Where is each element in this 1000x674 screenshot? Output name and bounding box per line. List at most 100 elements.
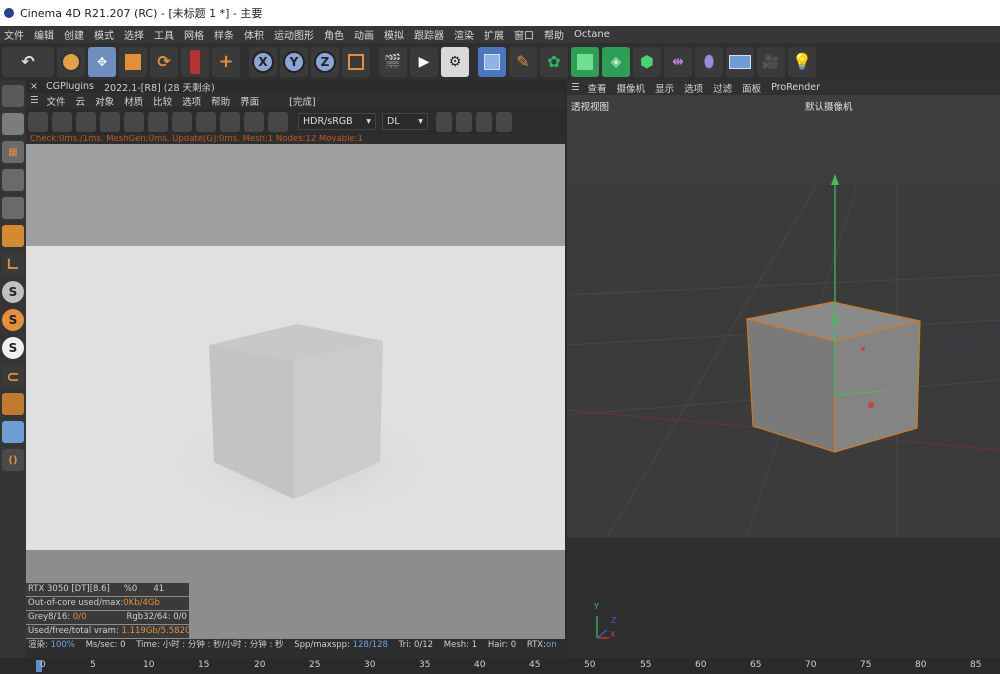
view-name: 透视视图: [571, 102, 610, 113]
move-icon[interactable]: ✥: [88, 46, 116, 77]
clay-icon[interactable]: [476, 111, 492, 132]
lock-icon[interactable]: [148, 111, 168, 132]
menu-tools[interactable]: 工具: [150, 27, 180, 42]
menu-spline[interactable]: 样条: [210, 27, 240, 42]
snap-settings-icon[interactable]: S: [2, 309, 24, 331]
viewport-menu-prorender[interactable]: ProRender: [771, 82, 820, 93]
camera-icon[interactable]: 🎥: [757, 46, 785, 77]
render-settings-icon[interactable]: ⚙: [441, 46, 469, 77]
viewport-menu-display[interactable]: 显示: [655, 81, 674, 95]
stop-icon[interactable]: [100, 111, 120, 132]
pen-icon[interactable]: ✎: [509, 46, 537, 77]
cube-icon[interactable]: [478, 46, 506, 77]
timeline-ruler[interactable]: 0 5 10 15 20 25 30 35 40 45 50 55 60 65 …: [0, 658, 1000, 674]
film-region-icon[interactable]: [220, 111, 240, 132]
channel-icon[interactable]: [456, 111, 472, 132]
cloner-icon[interactable]: ⬢: [633, 46, 661, 77]
render-menu-options[interactable]: 选项: [182, 94, 201, 108]
settings-icon[interactable]: [124, 111, 144, 132]
viewport-menu-options[interactable]: 选项: [684, 81, 703, 95]
menu-octane[interactable]: Octane: [570, 29, 616, 40]
floor-icon[interactable]: [726, 46, 754, 77]
array-icon[interactable]: ◈: [602, 46, 630, 77]
point-mode-icon[interactable]: [2, 169, 24, 191]
menu-render[interactable]: 渲染: [450, 27, 480, 42]
menu-simulate[interactable]: 模拟: [380, 27, 410, 42]
lock-workplane-icon[interactable]: (): [2, 449, 24, 471]
symmetry-icon[interactable]: ⇹: [664, 46, 692, 77]
polygon-mode-icon[interactable]: [2, 225, 24, 247]
close-icon[interactable]: ×: [30, 81, 38, 92]
render-view-icon[interactable]: ▶: [410, 46, 438, 77]
texture-mode-icon[interactable]: ▦: [2, 141, 24, 163]
make-editable-icon[interactable]: [2, 85, 24, 107]
live-selection-icon[interactable]: [181, 46, 209, 77]
menu-character[interactable]: 角色: [320, 27, 350, 42]
select-icon[interactable]: [57, 46, 85, 77]
bug-icon[interactable]: ✿: [540, 46, 568, 77]
light-icon[interactable]: 💡: [788, 46, 816, 77]
magnet-icon[interactable]: ⊂: [2, 365, 24, 387]
menu-create[interactable]: 创建: [60, 27, 90, 42]
undo-icon[interactable]: ↶: [2, 46, 54, 77]
menu-file[interactable]: 文件: [0, 27, 30, 42]
menu-help[interactable]: 帮助: [540, 27, 570, 42]
z-axis-icon[interactable]: Z: [311, 46, 339, 77]
hamburger-icon[interactable]: ☰: [571, 82, 580, 93]
menu-animate[interactable]: 动画: [350, 27, 380, 42]
restart-icon[interactable]: [52, 111, 72, 132]
viewport-menu-panel[interactable]: 面板: [742, 81, 761, 95]
kernel-select[interactable]: DL ▾: [382, 113, 428, 130]
menu-volume[interactable]: 体积: [240, 27, 270, 42]
hdr-select[interactable]: HDR/sRGB ▾: [298, 113, 376, 130]
viewport-menu-cameras[interactable]: 摄像机: [617, 81, 646, 95]
add-icon[interactable]: +: [212, 46, 240, 77]
render-menu-objects[interactable]: 对象: [95, 94, 114, 108]
menu-mograph[interactable]: 运动图形: [270, 27, 320, 42]
subdivision-icon[interactable]: [571, 46, 599, 77]
snap-icon[interactable]: S: [2, 281, 24, 303]
menu-select[interactable]: 选择: [120, 27, 150, 42]
pause-icon[interactable]: [76, 111, 96, 132]
render-menu-help[interactable]: 帮助: [211, 94, 230, 108]
menu-extensions[interactable]: 扩展: [480, 27, 510, 42]
render-menu-file[interactable]: 文件: [47, 94, 66, 108]
material-ball-icon[interactable]: [172, 111, 192, 132]
viewport-menu-view[interactable]: 查看: [588, 81, 607, 95]
menu-window[interactable]: 窗口: [510, 27, 540, 42]
snap-enable-icon[interactable]: S: [2, 337, 24, 359]
render-region-icon[interactable]: 🎬: [379, 46, 407, 77]
grid-icon[interactable]: [2, 421, 24, 443]
menu-mode[interactable]: 模式: [90, 27, 120, 42]
deformer-icon[interactable]: ⬮: [695, 46, 723, 77]
render-menu-cloud[interactable]: 云: [76, 94, 86, 108]
gizmo-z-label: Z: [611, 616, 617, 625]
render-stats-overlay: RTX 3050 [DT][8.6] %0 41 Out-of-core used/…: [26, 583, 189, 639]
render-menu-compare[interactable]: 比较: [153, 94, 172, 108]
region-icon[interactable]: [196, 111, 216, 132]
save-image-icon[interactable]: [436, 111, 452, 132]
model-mode-icon[interactable]: [2, 113, 24, 135]
rotate-icon[interactable]: ⟳: [150, 46, 178, 77]
hamburger-icon[interactable]: ☰: [30, 95, 39, 106]
render-toolbar: HDR/sRGB ▾ DL ▾: [26, 108, 565, 135]
render-menu-materials[interactable]: 材质: [124, 94, 143, 108]
pick-focus-icon[interactable]: [244, 111, 264, 132]
x-axis-icon[interactable]: X: [249, 46, 277, 77]
scale-icon[interactable]: [119, 46, 147, 77]
pick-material-icon[interactable]: [268, 111, 288, 132]
y-axis-icon[interactable]: Y: [280, 46, 308, 77]
send-scene-icon[interactable]: [28, 111, 48, 132]
render-menu-interface[interactable]: 界面: [240, 94, 259, 108]
viewport-canvas[interactable]: 透视视图 默认摄像机: [567, 95, 1000, 538]
workplane-icon[interactable]: [2, 393, 24, 415]
viewport-menu-filter[interactable]: 过滤: [713, 81, 732, 95]
menu-edit[interactable]: 编辑: [30, 27, 60, 42]
coordinate-icon[interactable]: [342, 46, 370, 77]
axis-mode-icon[interactable]: ∟: [2, 253, 24, 275]
menu-mesh[interactable]: 网格: [180, 27, 210, 42]
menu-tracker[interactable]: 跟踪器: [410, 27, 450, 42]
camera-view-icon[interactable]: [496, 111, 512, 132]
timeline-tick: 75: [860, 660, 872, 670]
edge-mode-icon[interactable]: [2, 197, 24, 219]
